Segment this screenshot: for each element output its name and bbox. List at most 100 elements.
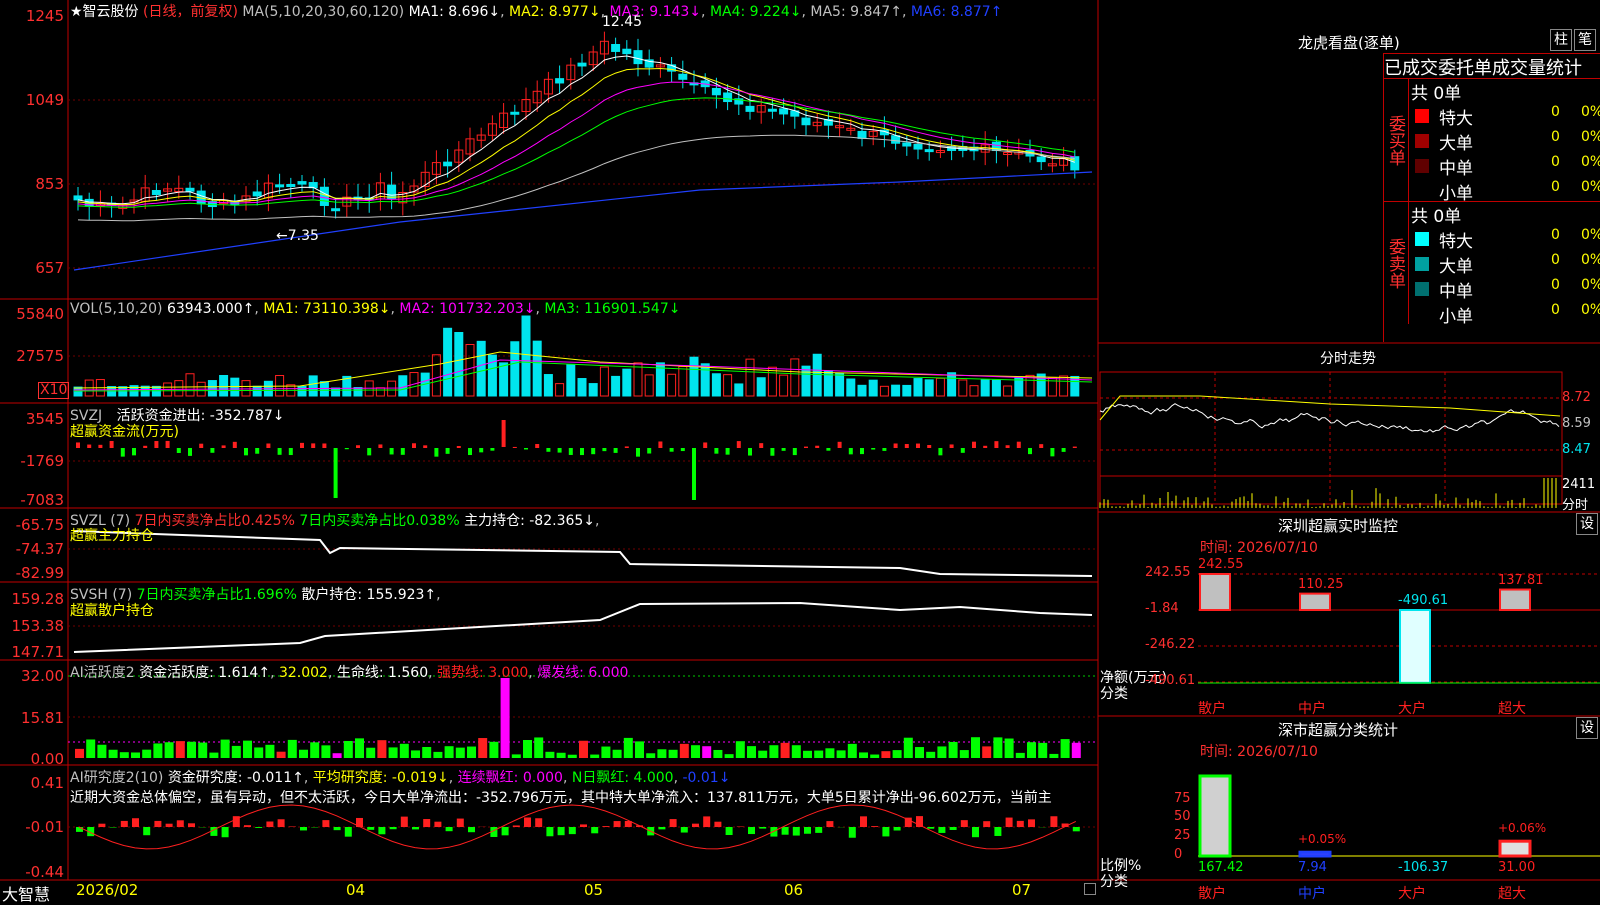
research-bar (983, 821, 990, 827)
volume-bar (936, 378, 944, 396)
monitor-title: 深圳超赢实时监控 (1278, 515, 1398, 536)
activity-bar (142, 750, 151, 758)
volume-bar (869, 380, 877, 396)
activity-bar (512, 754, 521, 758)
flow-bar (927, 445, 931, 448)
svsh-tick: 147.71 (12, 643, 65, 661)
volume-bar (701, 364, 709, 396)
activity-bar (153, 743, 162, 758)
flow-bar (513, 447, 517, 448)
flow-bar (87, 445, 91, 448)
flow-bar (300, 443, 304, 448)
volume-bar (432, 355, 440, 396)
classify-axis-tick: 50 (1174, 809, 1191, 824)
intraday-price: 8.72 (1562, 390, 1591, 405)
activity-bar (299, 750, 308, 758)
ma-label: MA(5,10,20,30,60,120) (242, 4, 404, 20)
monitor-settings-button[interactable]: 设 (1576, 513, 1598, 535)
activity-bar (489, 742, 498, 758)
swatch (1415, 159, 1429, 173)
swatch (1415, 257, 1429, 271)
classify-category: 散户 (1198, 883, 1226, 903)
research-bar (1050, 816, 1057, 827)
volume-bar (757, 378, 765, 396)
intraday-panel: 分时走势 8.72 8.59 8.47 2411 分时 (1100, 344, 1600, 511)
activity-bar (568, 755, 577, 758)
activity-bar (702, 746, 711, 758)
chart-mode[interactable]: (日线，前复权) (143, 4, 238, 20)
activity-bar (893, 750, 902, 758)
tick-mode-button[interactable]: 笔 (1574, 29, 1596, 51)
flow-bar (166, 441, 170, 448)
research-bar (166, 824, 173, 827)
classify-axis-tick: 75 (1174, 791, 1191, 806)
flow-bar (591, 448, 595, 454)
flow-bar (132, 448, 136, 455)
activity-bar (624, 738, 633, 758)
research-bar (681, 827, 688, 833)
classify-unit2: 分类 (1100, 871, 1128, 891)
activity-bar (478, 738, 487, 758)
svsh-line (74, 603, 1092, 652)
activity-bar (825, 748, 834, 758)
sell-row: 大单00% (1409, 252, 1600, 277)
flow-bar (826, 448, 830, 451)
ai2-tick: 0.41 (31, 774, 64, 792)
classify-bar-value: 7.94 (1298, 860, 1327, 875)
vol-tick: 55840 (16, 305, 64, 323)
volume-bar (544, 375, 552, 396)
intraday-unit: 分时 (1562, 494, 1588, 513)
swatch (1415, 232, 1429, 246)
lock-icon[interactable] (1084, 883, 1096, 895)
flow-bar (681, 448, 685, 451)
activity-bar (265, 745, 274, 758)
activity-bar (769, 745, 778, 758)
ai1-t2: 32.002 (279, 665, 328, 681)
bar-mode-button[interactable]: 柱 (1550, 29, 1572, 51)
activity-bar (680, 744, 689, 758)
classify-settings-button[interactable]: 设 (1576, 717, 1598, 739)
flow-bar (322, 443, 326, 448)
flow-bar (636, 448, 640, 457)
activity-bar (982, 746, 991, 758)
flow-bar (1073, 447, 1077, 448)
volume-bar (298, 386, 306, 396)
research-bar (300, 827, 307, 830)
candle-body (858, 131, 866, 138)
flow-bar (390, 448, 394, 454)
activity-bar (523, 740, 532, 758)
activity-bar (747, 746, 756, 758)
stock-title[interactable]: ★智云股份 (70, 4, 139, 20)
activity-bar (377, 740, 386, 758)
flow-bar (311, 443, 315, 448)
activity-bar (254, 747, 263, 758)
classify-title: 深市超赢分类统计 (1278, 719, 1398, 740)
candle-body (802, 118, 810, 125)
volume-bar (925, 380, 933, 396)
monitor-axis-tick: 242.55 (1145, 565, 1191, 580)
volume-bar (892, 385, 900, 396)
monitor-bar-value: 242.55 (1198, 557, 1244, 572)
research-bar (188, 823, 195, 827)
volume-bar (1026, 375, 1034, 396)
research-bar (513, 825, 520, 827)
research-bar (882, 827, 889, 836)
research-bar (1006, 818, 1013, 827)
candle-body (623, 49, 631, 53)
vol-unit-badge[interactable]: X10 (38, 382, 69, 399)
flow-bar (110, 441, 114, 448)
research-bar (1073, 827, 1080, 831)
flow-bar (602, 448, 606, 451)
research-bar (345, 827, 352, 837)
research-bar (98, 824, 105, 827)
date-tick: 2026/02 (76, 881, 138, 899)
monitor-bar-value: -490.61 (1398, 593, 1448, 608)
monitor-unit2: 分类 (1100, 683, 1128, 703)
price-tick: 853 (35, 175, 64, 193)
volume-bar (1004, 386, 1012, 396)
activity-bar (848, 744, 857, 758)
research-bar (143, 827, 150, 835)
activity-bar (971, 737, 980, 758)
svsh-t2: 散户持仓: 155.923↑ (301, 587, 436, 603)
svzj-tick: 3545 (26, 410, 64, 428)
